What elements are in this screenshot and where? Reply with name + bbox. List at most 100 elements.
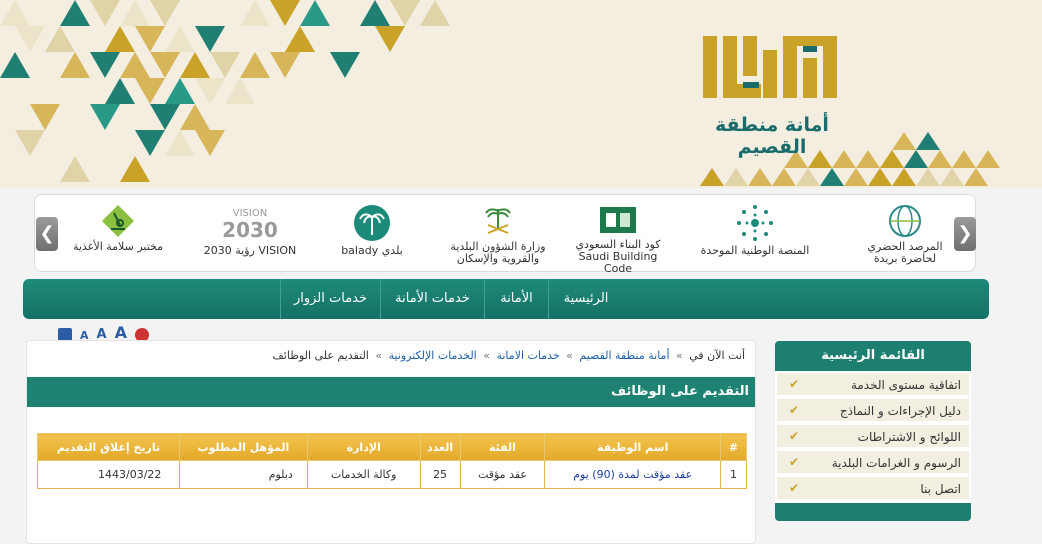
partner-caption: المرصد الحضري لحاضرة بريدة — [867, 240, 943, 265]
site-header: أمانة منطقة القصيم — [0, 0, 1042, 188]
mosaic-triangle — [892, 132, 916, 150]
mosaic-triangle — [270, 52, 300, 78]
checkmark-icon: ✔ — [788, 403, 799, 417]
col-header-index: # — [720, 433, 747, 461]
breadcrumb-separator: » — [375, 349, 383, 362]
sidebar-item-label: دليل الإجراءات و النماذج — [839, 404, 961, 418]
mosaic-triangle — [360, 0, 390, 26]
mosaic-triangle — [135, 78, 165, 104]
building-code-icon — [600, 207, 636, 233]
breadcrumb-link-services[interactable]: خدمات الامانة — [496, 349, 559, 362]
cell-closing-date: 1443/03/22 — [36, 460, 181, 489]
breadcrumb-link-amanah[interactable]: أمانة منطقة القصيم — [579, 349, 669, 362]
mosaic-triangle — [180, 104, 210, 130]
sidebar-item-label: الرسوم و الغرامات البلدية — [831, 456, 961, 470]
mosaic-triangle — [120, 156, 150, 182]
site-logo[interactable]: أمانة منطقة القصيم — [687, 28, 857, 158]
col-header-closing-date: تاريخ إغلاق التقديم — [36, 433, 181, 461]
partner-ministry[interactable]: وزارة الشؤون البلدية والقروية والإسكان — [443, 203, 553, 265]
mosaic-triangle — [375, 26, 405, 52]
col-header-count: العدد — [419, 433, 461, 461]
checkmark-icon: ✔ — [788, 455, 799, 469]
cell-index: 1 — [720, 460, 747, 489]
sidebar-item-sla[interactable]: اتفاقية مستوى الخدمة ✔ — [777, 373, 969, 397]
checkmark-icon: ✔ — [788, 377, 799, 391]
mosaic-triangle — [195, 26, 225, 52]
mosaic-triangle — [952, 150, 976, 168]
mosaic-triangle — [796, 168, 820, 186]
sidebar-item-contact[interactable]: اتصل بنا ✔ — [777, 477, 969, 501]
mosaic-triangle — [270, 0, 300, 26]
table-row: 1 عقد مؤقت لمدة (90) يوم عقد مؤقت 25 وكا… — [36, 460, 747, 489]
job-title-link[interactable]: عقد مؤقت لمدة (90) يوم — [544, 460, 722, 489]
sidebar-item-procedures[interactable]: دليل الإجراءات و النماذج ✔ — [777, 399, 969, 423]
mosaic-triangle — [240, 0, 270, 26]
breadcrumb-separator: » — [676, 349, 683, 362]
breadcrumb-current: التقديم على الوظائف — [272, 349, 369, 362]
sidebar-item-fees[interactable]: الرسوم و الغرامات البلدية ✔ — [777, 451, 969, 475]
col-header-department: الإدارة — [306, 433, 421, 461]
mosaic-triangle — [120, 52, 150, 78]
mosaic-triangle — [844, 168, 868, 186]
mosaic-triangle — [165, 130, 195, 156]
partner-caption: وزارة الشؤون البلدية والقروية والإسكان — [450, 240, 546, 265]
nav-item-amanah[interactable]: الأمانة — [484, 279, 548, 319]
mosaic-triangle — [700, 168, 724, 186]
partner-vision2030[interactable]: VISION 2030 VISION رؤية 2030 — [195, 203, 305, 265]
mosaic-triangle — [285, 26, 315, 52]
vision-2030-icon: VISION 2030 — [222, 208, 278, 242]
mosaic-triangle — [240, 52, 270, 78]
carousel-next-button[interactable]: ❯ — [954, 217, 976, 251]
carousel-prev-button[interactable]: ❮ — [36, 217, 58, 251]
partner-food-lab[interactable]: مختبر سلامة الأغذية — [63, 203, 173, 265]
mosaic-triangle — [964, 168, 988, 186]
partner-caption: كود البناء السعودي Saudi Building Code — [575, 238, 661, 275]
main-content: أنت الآن في » أمانة منطقة القصيم » خدمات… — [26, 340, 756, 544]
mosaic-triangle — [105, 78, 135, 104]
col-header-job-name: اسم الوظيفة — [544, 433, 722, 461]
mosaic-triangle — [165, 26, 195, 52]
mosaic-triangle — [150, 52, 180, 78]
mosaic-triangle — [868, 168, 892, 186]
mosaic-triangle — [90, 52, 120, 78]
nav-item-amanah-services[interactable]: خدمات الأمانة — [380, 279, 484, 319]
nav-item-home[interactable]: الرئيسية — [548, 279, 623, 319]
checkmark-icon: ✔ — [788, 481, 799, 495]
mosaic-triangle — [0, 0, 30, 26]
nav-item-visitor-services[interactable]: خدمات الزوار — [280, 279, 380, 319]
cell-category: عقد مؤقت — [459, 460, 546, 489]
site-logo-text: أمانة منطقة القصيم — [715, 114, 829, 158]
mosaic-triangle — [390, 0, 420, 26]
page-title: التقديم على الوظائف — [27, 377, 755, 407]
mosaic-triangle — [105, 26, 135, 52]
mosaic-triangle — [180, 52, 210, 78]
cell-department: وكالة الخدمات — [306, 460, 421, 489]
mosaic-triangle — [15, 26, 45, 52]
breadcrumb-link-eservices[interactable]: الخدمات الإلكترونية — [389, 349, 477, 362]
amanah-logo-icon — [703, 36, 837, 98]
col-header-category: الفئة — [459, 433, 546, 461]
mosaic-triangle — [210, 52, 240, 78]
partner-building-code[interactable]: كود البناء السعودي Saudi Building Code — [563, 203, 673, 275]
sidebar-item-regulations[interactable]: اللوائح و الاشتراطات ✔ — [777, 425, 969, 449]
mosaic-triangle — [916, 168, 940, 186]
partner-balady[interactable]: بلدي balady — [317, 203, 427, 265]
balady-palm-icon — [354, 205, 390, 241]
partner-unified-platform[interactable]: المنصة الوطنية الموحدة — [700, 203, 810, 265]
breadcrumb-separator: » — [483, 349, 490, 362]
partner-caption: مختبر سلامة الأغذية — [72, 240, 164, 253]
mosaic-triangle — [892, 168, 916, 186]
partner-caption: VISION رؤية 2030 — [203, 244, 297, 257]
mosaic-triangle — [748, 168, 772, 186]
mosaic-triangle — [820, 168, 844, 186]
mosaic-triangle — [135, 130, 165, 156]
mosaic-triangle — [135, 26, 165, 52]
sidebar-item-label: اتفاقية مستوى الخدمة — [850, 378, 961, 392]
globe-icon — [889, 205, 921, 237]
palm-swords-icon — [485, 208, 511, 234]
mosaic-triangle — [300, 0, 330, 26]
partner-urban-observatory[interactable]: المرصد الحضري لحاضرة بريدة — [850, 203, 960, 265]
partners-carousel: المرصد الحضري لحاضرة بريدة المنصة الوطني… — [34, 194, 976, 275]
mosaic-triangle — [60, 0, 90, 26]
mosaic-triangle — [60, 156, 90, 182]
